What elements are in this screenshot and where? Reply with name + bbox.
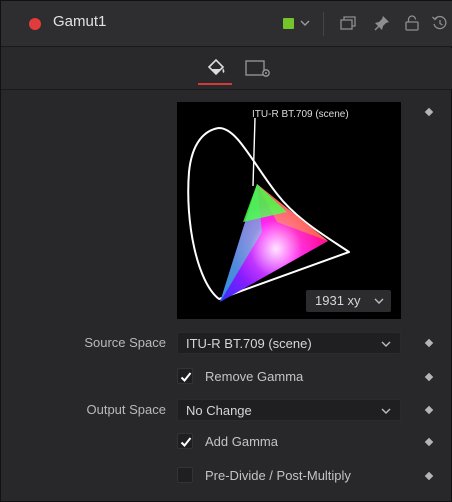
chevron-down-icon [374, 298, 384, 304]
node-color-swatch[interactable] [283, 18, 294, 29]
node-title: Gamut1 [53, 13, 107, 30]
source-space-dropdown[interactable]: ITU-R BT.709 (scene) [177, 332, 401, 354]
settings-tab-icon[interactable] [242, 54, 276, 84]
keyframe-diamond-source-space[interactable] [424, 338, 434, 348]
remove-gamma-checkbox[interactable] [177, 368, 193, 384]
lock-icon[interactable] [403, 14, 421, 32]
pin-icon[interactable] [373, 14, 391, 32]
source-space-label: Source Space [84, 335, 166, 350]
add-gamma-checkbox[interactable] [177, 433, 193, 449]
keyframe-diamond-output-space[interactable] [424, 405, 434, 415]
node-header: Gamut1 [1, 1, 452, 47]
checkmark-icon [180, 437, 192, 447]
predivide-label: Pre-Divide / Post-Multiply [205, 468, 351, 483]
chevron-down-icon[interactable] [298, 13, 312, 33]
active-tab-indicator [198, 83, 232, 85]
output-space-label: Output Space [86, 402, 167, 417]
cie-chromaticity-diagram [187, 117, 350, 302]
remove-gamma-label: Remove Gamma [205, 369, 304, 384]
plot-mode-value: 1931 xy [315, 293, 361, 308]
checkmark-icon [180, 372, 192, 382]
predivide-checkbox[interactable] [177, 467, 193, 483]
node-enable-toggle[interactable] [29, 18, 41, 30]
output-space-value: No Change [186, 403, 252, 418]
keyframe-diamond-predivide[interactable] [424, 471, 434, 481]
keyframe-diamond-gamut[interactable] [424, 107, 434, 117]
source-space-value: ITU-R BT.709 (scene) [186, 336, 312, 351]
versions-icon[interactable] [339, 14, 357, 32]
gamut-label: ITU-R BT.709 (scene) [252, 109, 349, 120]
inspector-panel: Gamut1 ITU-R BT.709 (scene) 1931 xy Sour… [0, 0, 452, 502]
chevron-down-icon [381, 408, 391, 414]
plot-mode-select[interactable]: 1931 xy [306, 290, 391, 312]
reset-icon[interactable] [431, 14, 449, 32]
paint-bucket-icon[interactable] [198, 54, 232, 84]
keyframe-diamond-add-gamma[interactable] [424, 437, 434, 447]
chevron-down-icon [381, 341, 391, 347]
gamut-view[interactable]: ITU-R BT.709 (scene) 1931 xy [177, 102, 401, 319]
add-gamma-label: Add Gamma [205, 434, 278, 449]
keyframe-diamond-remove-gamma[interactable] [424, 372, 434, 382]
header-separator [323, 12, 324, 36]
output-space-dropdown[interactable]: No Change [177, 399, 401, 421]
